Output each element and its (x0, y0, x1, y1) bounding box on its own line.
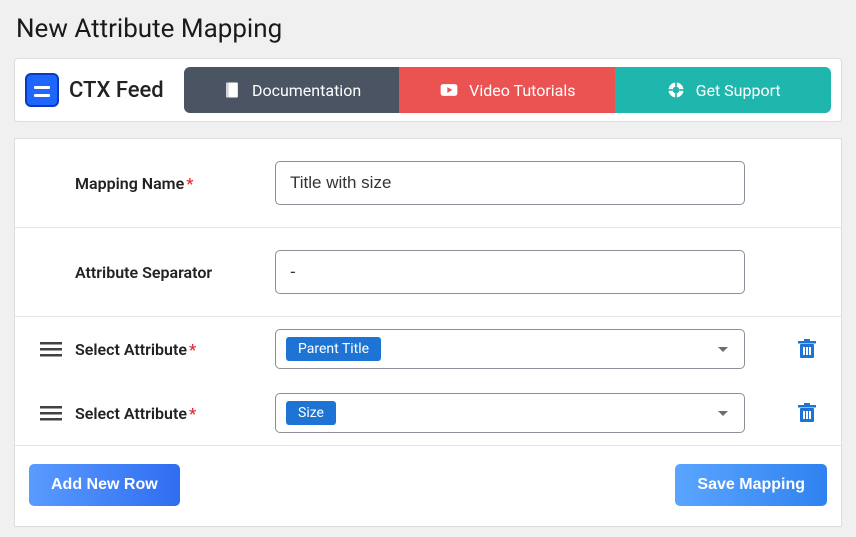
lifebuoy-icon (666, 80, 686, 100)
select-attribute-label: Select Attribute* (75, 340, 275, 359)
attribute-select-1[interactable]: Size (275, 393, 745, 433)
brand: CTX Feed (25, 73, 170, 107)
book-icon (222, 80, 242, 100)
brand-name: CTX Feed (69, 78, 164, 103)
drag-handle-icon[interactable] (40, 340, 62, 358)
chevron-down-icon (718, 411, 728, 416)
save-mapping-button[interactable]: Save Mapping (675, 464, 827, 506)
separator-label: Attribute Separator (75, 263, 275, 282)
form-footer: Add New Row Save Mapping (15, 445, 841, 526)
row-attribute-1: Select Attribute* Size (15, 381, 841, 445)
topbar: CTX Feed Documentation Video Tutorials G… (14, 58, 842, 122)
tab-documentation[interactable]: Documentation (184, 67, 400, 113)
separator-input[interactable] (275, 250, 745, 294)
form-panel: Mapping Name* Attribute Separator Select… (14, 138, 842, 527)
drag-handle-icon[interactable] (40, 404, 62, 422)
required-marker: * (189, 340, 196, 359)
brand-logo-icon (25, 73, 59, 107)
attribute-select-0[interactable]: Parent Title (275, 329, 745, 369)
row-separator: Attribute Separator (15, 227, 841, 316)
topbar-tabs: Documentation Video Tutorials Get Suppor… (184, 67, 831, 113)
row-attribute-0: Select Attribute* Parent Title (15, 316, 841, 381)
select-attribute-label: Select Attribute* (75, 404, 275, 423)
required-marker: * (189, 404, 196, 423)
mapping-name-input[interactable] (275, 161, 745, 205)
trash-icon[interactable] (798, 403, 816, 423)
trash-icon[interactable] (798, 339, 816, 359)
tab-get-support[interactable]: Get Support (615, 67, 831, 113)
required-marker: * (186, 174, 193, 193)
add-new-row-button[interactable]: Add New Row (29, 464, 180, 506)
selected-attribute-chip: Parent Title (286, 337, 381, 361)
row-mapping-name: Mapping Name* (15, 139, 841, 227)
mapping-name-label: Mapping Name* (75, 174, 275, 193)
page-title: New Attribute Mapping (16, 14, 840, 44)
youtube-icon (439, 80, 459, 100)
tab-video-tutorials-label: Video Tutorials (469, 81, 575, 100)
tab-get-support-label: Get Support (696, 81, 781, 100)
tab-video-tutorials[interactable]: Video Tutorials (399, 67, 615, 113)
selected-attribute-chip: Size (286, 401, 336, 425)
chevron-down-icon (718, 347, 728, 352)
tab-documentation-label: Documentation (252, 81, 361, 100)
